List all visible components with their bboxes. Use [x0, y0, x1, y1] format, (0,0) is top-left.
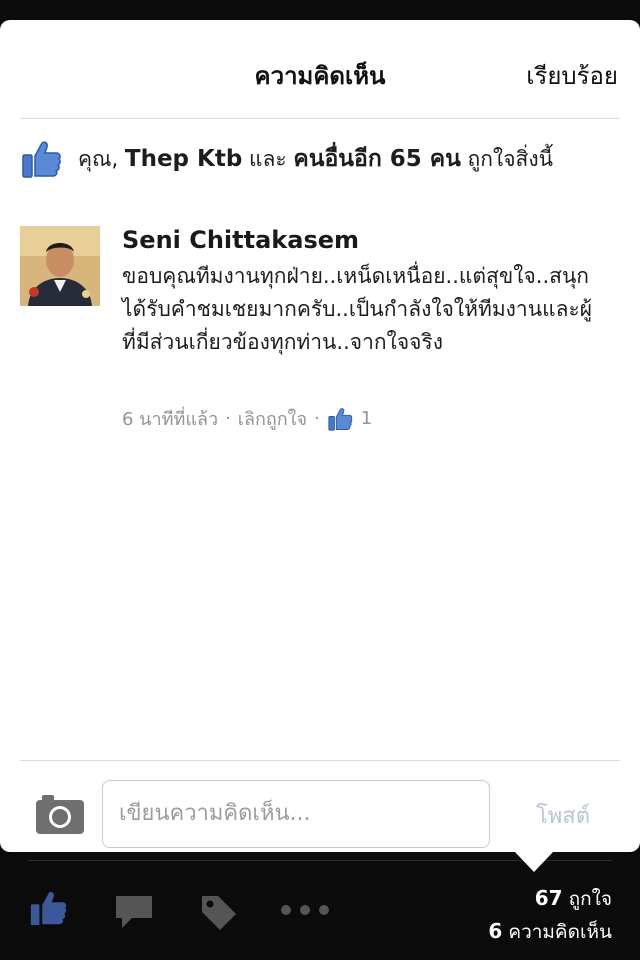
avatar[interactable] [20, 226, 100, 306]
camera-icon[interactable] [34, 792, 86, 836]
comment-time: 6 นาทีที่แล้ว [122, 409, 219, 430]
comments-stat: 6 ความคิดเห็น [488, 915, 612, 948]
comments-count: 6 [488, 919, 503, 943]
post-stats[interactable]: 67 ถูกใจ 6 ความคิดเห็น [488, 882, 612, 948]
comment-input[interactable]: เขียนความคิดเห็น... [102, 780, 490, 848]
comments-sheet: ความคิดเห็น เรียบร้อย คุณ, Thep Ktb และ … [0, 20, 640, 852]
divider [20, 760, 620, 761]
others-link[interactable]: คนอื่นอีก 65 คน [293, 141, 461, 177]
comment-author[interactable]: Seni Chittakasem [122, 226, 359, 254]
meta-separator: · [314, 408, 320, 429]
comment-text: ขอบคุณทีมงานทุกฝ่าย..เหน็ดเหนื่อย..แต่สุ… [122, 264, 593, 354]
unlike-button[interactable]: เลิกถูกใจ [238, 404, 307, 433]
post-button[interactable]: โพสต์ [536, 798, 590, 833]
likes-suffix: ถูกใจสิ่งนี้ [460, 146, 553, 171]
composer: เขียนความคิดเห็น... โพสต์ [0, 780, 640, 852]
sheet-pointer [515, 852, 553, 872]
likes-count: 67 [534, 886, 563, 910]
likes-prefix: คุณ, [78, 146, 125, 171]
header-bar: ความคิดเห็น เรียบร้อย [0, 20, 640, 118]
divider [20, 118, 620, 119]
comment-icon[interactable] [114, 894, 154, 930]
comment-like-count[interactable]: 1 [361, 408, 372, 429]
thumbs-up-icon[interactable] [26, 888, 70, 928]
liker-name-link[interactable]: Thep Ktb [125, 146, 242, 172]
done-button[interactable]: เรียบร้อย [526, 56, 618, 95]
comments-label: ความคิดเห็น [508, 921, 612, 943]
thumbs-up-icon [328, 407, 353, 431]
likes-summary[interactable]: คุณ, Thep Ktb และ คนอื่นอีก 65 คน ถูกใจส… [20, 134, 620, 184]
likes-and: และ [242, 146, 294, 171]
more-icon[interactable] [280, 904, 330, 916]
thumbs-up-icon [22, 141, 61, 178]
tag-icon[interactable] [198, 892, 238, 932]
likes-label: ถูกใจ [568, 888, 612, 910]
comment-meta: 6 นาทีที่แล้ว · เลิกถูกใจ · 1 [122, 404, 372, 433]
likes-stat: 67 ถูกใจ [488, 882, 612, 915]
meta-separator: · [225, 408, 231, 429]
